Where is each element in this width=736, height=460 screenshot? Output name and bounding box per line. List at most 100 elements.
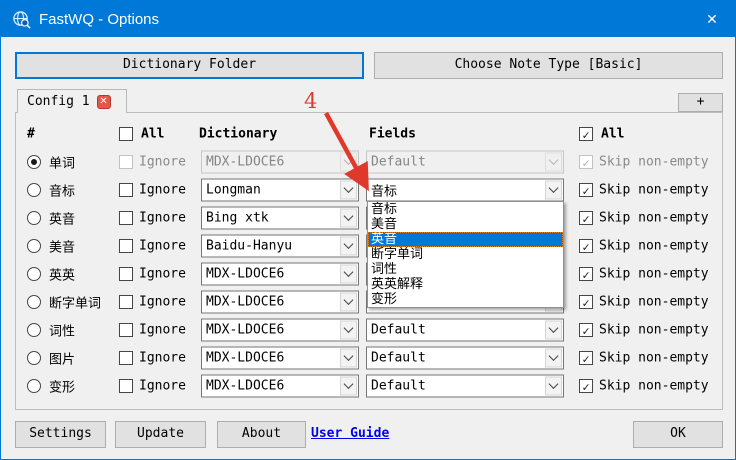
ignore-checkbox[interactable]	[119, 183, 133, 197]
skip-checkbox[interactable]	[579, 239, 593, 253]
skip-label: Skip non-empty	[599, 183, 709, 198]
chevron-down-icon	[545, 181, 562, 200]
globe-magnifier-icon	[12, 10, 31, 29]
dropdown-item[interactable]: 英音	[368, 232, 563, 247]
settings-button[interactable]: Settings	[15, 421, 106, 448]
ignore-checkbox[interactable]	[119, 155, 133, 169]
chevron-down-icon	[340, 377, 357, 396]
row-radio[interactable]	[27, 351, 41, 365]
row-name-label: 变形	[49, 377, 75, 396]
chevron-down-icon	[340, 209, 357, 228]
dictionary-select[interactable]: Bing xtk	[201, 207, 359, 230]
fields-select[interactable]: 音标	[366, 179, 564, 202]
all-skip-checkbox[interactable]	[579, 127, 593, 141]
skip-checkbox[interactable]	[579, 323, 593, 337]
ignore-checkbox[interactable]	[119, 351, 133, 365]
header-all-ignore: All	[141, 127, 164, 142]
dictionary-select[interactable]: MDX-LDOCE6	[201, 291, 359, 314]
skip-label: Skip non-empty	[599, 379, 709, 394]
skip-checkbox[interactable]	[579, 211, 593, 225]
dictionary-select[interactable]: MDX-LDOCE6	[201, 375, 359, 398]
dictionary-select[interactable]: Baidu-Hanyu	[201, 235, 359, 258]
dictionary-value: MDX-LDOCE6	[202, 323, 339, 338]
update-button[interactable]: Update	[115, 421, 206, 448]
ignore-checkbox[interactable]	[119, 239, 133, 253]
table-row: 音标 Ignore Longman 音标 Skip non-empty	[1, 176, 736, 204]
row-name-label: 单词	[49, 153, 75, 172]
row-radio[interactable]	[27, 183, 41, 197]
table-row: 图片 Ignore MDX-LDOCE6 Default Skip non-em…	[1, 344, 736, 372]
tab-label: Config 1	[27, 94, 90, 109]
ok-button[interactable]: OK	[633, 421, 723, 448]
ignore-checkbox[interactable]	[119, 267, 133, 281]
dictionary-value: Bing xtk	[202, 211, 339, 226]
skip-checkbox[interactable]	[579, 267, 593, 281]
skip-checkbox[interactable]	[579, 183, 593, 197]
skip-checkbox[interactable]	[579, 295, 593, 309]
annotation-number: 4	[304, 89, 317, 113]
window-close-button[interactable]: ✕	[689, 1, 735, 37]
skip-label: Skip non-empty	[599, 267, 709, 282]
dictionary-select[interactable]: MDX-LDOCE6	[201, 347, 359, 370]
choose-note-type-button[interactable]: Choose Note Type [Basic]	[374, 52, 723, 79]
row-name-label: 词性	[49, 321, 75, 340]
skip-label: Skip non-empty	[599, 155, 709, 170]
add-tab-button[interactable]: +	[678, 93, 723, 112]
fields-select[interactable]: Default	[366, 151, 564, 174]
dropdown-item[interactable]: 美音	[368, 217, 563, 232]
row-radio[interactable]	[27, 155, 41, 169]
row-radio[interactable]	[27, 323, 41, 337]
dropdown-item[interactable]: 变形	[368, 292, 563, 307]
ignore-label: Ignore	[139, 211, 186, 226]
row-radio[interactable]	[27, 239, 41, 253]
fields-value: Default	[367, 323, 544, 338]
window-title: FastWQ - Options	[39, 11, 159, 28]
dictionary-select[interactable]: MDX-LDOCE6	[201, 263, 359, 286]
about-button[interactable]: About	[217, 421, 306, 448]
user-guide-link[interactable]: User Guide	[311, 426, 389, 441]
dictionary-select[interactable]: MDX-LDOCE6	[201, 151, 359, 174]
chevron-down-icon	[545, 349, 562, 368]
skip-checkbox[interactable]	[579, 155, 593, 169]
row-radio[interactable]	[27, 267, 41, 281]
chevron-down-icon	[340, 237, 357, 256]
tab-config-1[interactable]: Config 1 ✕	[17, 89, 127, 113]
chevron-down-icon	[340, 265, 357, 284]
dropdown-item[interactable]: 词性	[368, 262, 563, 277]
fields-select[interactable]: Default	[366, 375, 564, 398]
skip-label: Skip non-empty	[599, 323, 709, 338]
options-dialog: FastWQ - Options ✕ Dictionary Folder Cho…	[0, 0, 736, 460]
fields-select[interactable]: Default	[366, 319, 564, 342]
ignore-checkbox[interactable]	[119, 211, 133, 225]
dictionary-value: MDX-LDOCE6	[202, 155, 339, 170]
dictionary-select[interactable]: MDX-LDOCE6	[201, 319, 359, 342]
chevron-down-icon	[340, 293, 357, 312]
all-ignore-checkbox[interactable]	[119, 127, 133, 141]
dictionary-value: Baidu-Hanyu	[202, 239, 339, 254]
chevron-down-icon	[340, 349, 357, 368]
dictionary-value: MDX-LDOCE6	[202, 267, 339, 282]
dictionary-value: MDX-LDOCE6	[202, 351, 339, 366]
ignore-checkbox[interactable]	[119, 295, 133, 309]
dropdown-item[interactable]: 英英解释	[368, 277, 563, 292]
tab-close-icon[interactable]: ✕	[97, 95, 111, 109]
row-name-label: 英英	[49, 265, 75, 284]
fields-value: Default	[367, 379, 544, 394]
ignore-checkbox[interactable]	[119, 323, 133, 337]
row-radio[interactable]	[27, 295, 41, 309]
dictionary-select[interactable]: Longman	[201, 179, 359, 202]
skip-checkbox[interactable]	[579, 351, 593, 365]
row-radio[interactable]	[27, 379, 41, 393]
dictionary-value: MDX-LDOCE6	[202, 379, 339, 394]
fields-dropdown-popup: 音标美音英音断字单词词性英英解释变形	[367, 201, 564, 308]
dictionary-folder-button[interactable]: Dictionary Folder	[15, 52, 364, 79]
skip-checkbox[interactable]	[579, 379, 593, 393]
chevron-down-icon	[545, 377, 562, 396]
table-row: 变形 Ignore MDX-LDOCE6 Default Skip non-em…	[1, 372, 736, 400]
skip-label: Skip non-empty	[599, 211, 709, 226]
ignore-checkbox[interactable]	[119, 379, 133, 393]
row-radio[interactable]	[27, 211, 41, 225]
dropdown-item[interactable]: 断字单词	[368, 247, 563, 262]
fields-select[interactable]: Default	[366, 347, 564, 370]
dropdown-item[interactable]: 音标	[368, 202, 563, 217]
